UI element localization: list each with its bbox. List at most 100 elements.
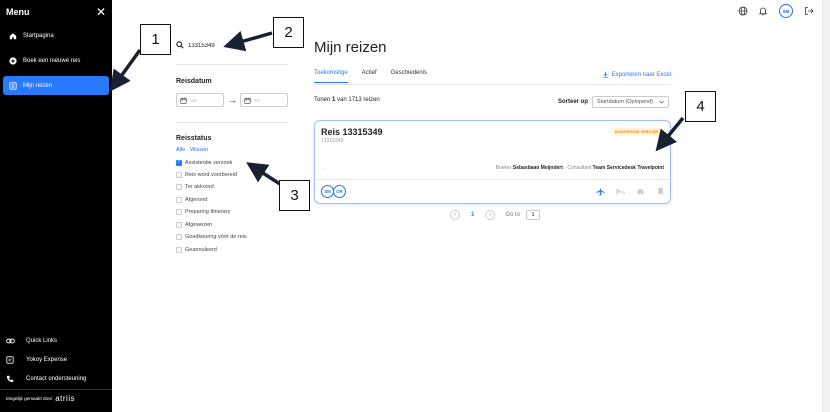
traveler-avatar[interactable]: OR [333,185,346,198]
sort-label: Sorteer op [558,99,589,105]
status-filter-row[interactable]: Reis word voorbereid [176,170,237,179]
status-label: Reis word voorbereid [185,171,237,178]
status-checkbox[interactable] [176,196,182,203]
sort-control: Sorteer op Startdatum (Oplopend) [558,96,669,108]
tab-geschiedenis[interactable]: Geschiedenis [391,70,427,83]
status-badge: ASSISTENTIE VERZOEK [611,128,662,135]
date-to-field[interactable]: Tot [240,93,288,107]
footer-link-contact[interactable]: Contact ondersteuning [5,373,109,385]
status-checkbox[interactable] [176,246,182,253]
page-title: Mijn reizen [314,39,387,56]
consultant-label: Consultant [567,165,592,171]
status-label: Geannuleerd [185,246,217,253]
sidebar: Menu ✕ Startpagina Boek een nieuwe reis … [0,0,112,412]
booker-name: Sebastiaan Meijndert [512,165,563,171]
status-checkbox[interactable] [176,209,182,216]
sidebar-item-label: Startpagina [23,32,54,39]
logout-icon[interactable] [803,5,815,17]
export-excel-button[interactable]: Exporteren naar Excel [602,71,671,78]
status-checkbox[interactable] [176,234,182,241]
tabs-divider [314,84,671,85]
select-all-link[interactable]: Alle [176,147,185,153]
footer-link-quick-links[interactable]: Quick Links [5,335,109,347]
sort-select[interactable]: Startdatum (Oplopend) [592,96,669,108]
search-icon [176,41,184,51]
train-icon[interactable] [656,187,665,196]
date-from-field[interactable]: Van [176,93,224,107]
phone-icon [5,375,26,383]
status-filter-row[interactable]: ✓ Assistentie verzoek [176,158,232,167]
annotation-callout-4: 4 [685,91,716,122]
sort-value: Startdatum (Oplopend) [597,99,653,105]
footer-link-label: Contact ondersteuning [26,376,87,382]
status-filter-row[interactable]: Afgerond [176,195,207,204]
status-filter-row[interactable]: Preparing Itinerary [176,208,230,217]
status-filter-row[interactable]: Goedkeuring vóór de reis [176,233,247,242]
trip-dates: - [324,166,326,172]
booker-label: Boeker [495,165,512,171]
user-avatar[interactable]: SM [779,4,793,18]
page-scrollbar[interactable] [822,0,830,412]
status-checkbox[interactable]: ✓ [176,159,182,166]
status-checkbox[interactable] [176,171,182,178]
annotation-arrow-3 [246,162,281,186]
status-label: Assistentie verzoek [185,159,233,166]
tab-toekomstige[interactable]: Toekomstige [314,70,348,83]
close-icon[interactable]: ✕ [96,6,106,18]
sidebar-item-mijn-reizen[interactable]: Mijn reizen [3,76,109,95]
footer-link-label: Yokoy Expense [26,357,68,363]
consultant-name: Team Servicedesk Travelpoint [592,165,664,171]
trip-people: Boeker Sebastiaan Meijndert · Consultant… [496,165,664,171]
sidebar-item-boek[interactable]: Boek een nieuwe reis [3,51,109,70]
trip-title: Reis 13315349 [321,127,383,137]
chevron-down-icon [659,100,664,104]
trip-tabs: Toekomstige Actief Geschiedenis [314,70,427,83]
search-input[interactable] [188,43,268,49]
status-checkbox[interactable] [176,184,182,191]
count-suffix: van 1713 reizen [337,97,380,103]
trip-search[interactable] [176,38,288,54]
trip-card[interactable]: Reis 13315349 13315349 ASSISTENTIE VERZO… [314,120,671,204]
current-page[interactable]: 1 [471,212,474,218]
date-to-placeholder: Tot [254,97,261,103]
hotel-icon[interactable] [616,187,625,196]
status-section-title: Reisstatus [176,135,212,142]
annotation-callout-1: 1 [140,24,171,55]
status-filter-row[interactable]: Afgewezen [176,220,212,229]
count-prefix: Tonen [314,97,331,103]
trip-number: 13315349 [321,138,344,144]
goto-input[interactable]: 1 [526,210,541,220]
annotation-arrows [109,31,685,186]
bell-icon[interactable] [757,5,769,17]
status-label: Preparing Itinerary [185,209,231,216]
status-label: Afgerond [185,196,208,203]
prev-page-button[interactable]: ‹ [450,210,460,220]
status-filter-row[interactable]: Ter akkoord [176,183,214,192]
calendar-icon [180,97,187,104]
status-checkbox[interactable] [176,221,182,228]
date-section-title: Reisdatum [176,78,212,85]
goto-label: Go to [505,212,521,218]
globe-icon[interactable] [737,5,749,17]
plus-circle-icon [3,56,23,65]
status-filter-row[interactable]: Geannuleerd [176,245,217,254]
car-icon[interactable] [636,187,645,196]
status-label: Afgewezen [185,221,213,228]
download-icon [602,71,608,78]
brand-logo: atriis [55,394,76,403]
result-count: Tonen 1 van 1713 reizen [314,97,380,103]
next-page-button[interactable]: › [485,210,496,220]
footer-link-yokoy[interactable]: Yokoy Expense [5,354,109,366]
pagination: ‹ 1 › Go to 1 [450,210,541,220]
list-icon [3,81,23,90]
status-label: Ter akkoord [185,184,214,191]
clear-link[interactable]: Wissen [190,147,208,153]
flight-icon[interactable] [596,187,605,196]
calendar-icon [244,97,251,104]
powered-by-text: Mogelijk gemaakt door [6,396,53,401]
filter-divider [176,64,288,65]
link-icon [5,338,26,344]
tab-actief[interactable]: Actief [362,70,377,83]
sidebar-item-startpagina[interactable]: Startpagina [3,26,109,45]
annotation-arrow-1 [109,48,142,92]
